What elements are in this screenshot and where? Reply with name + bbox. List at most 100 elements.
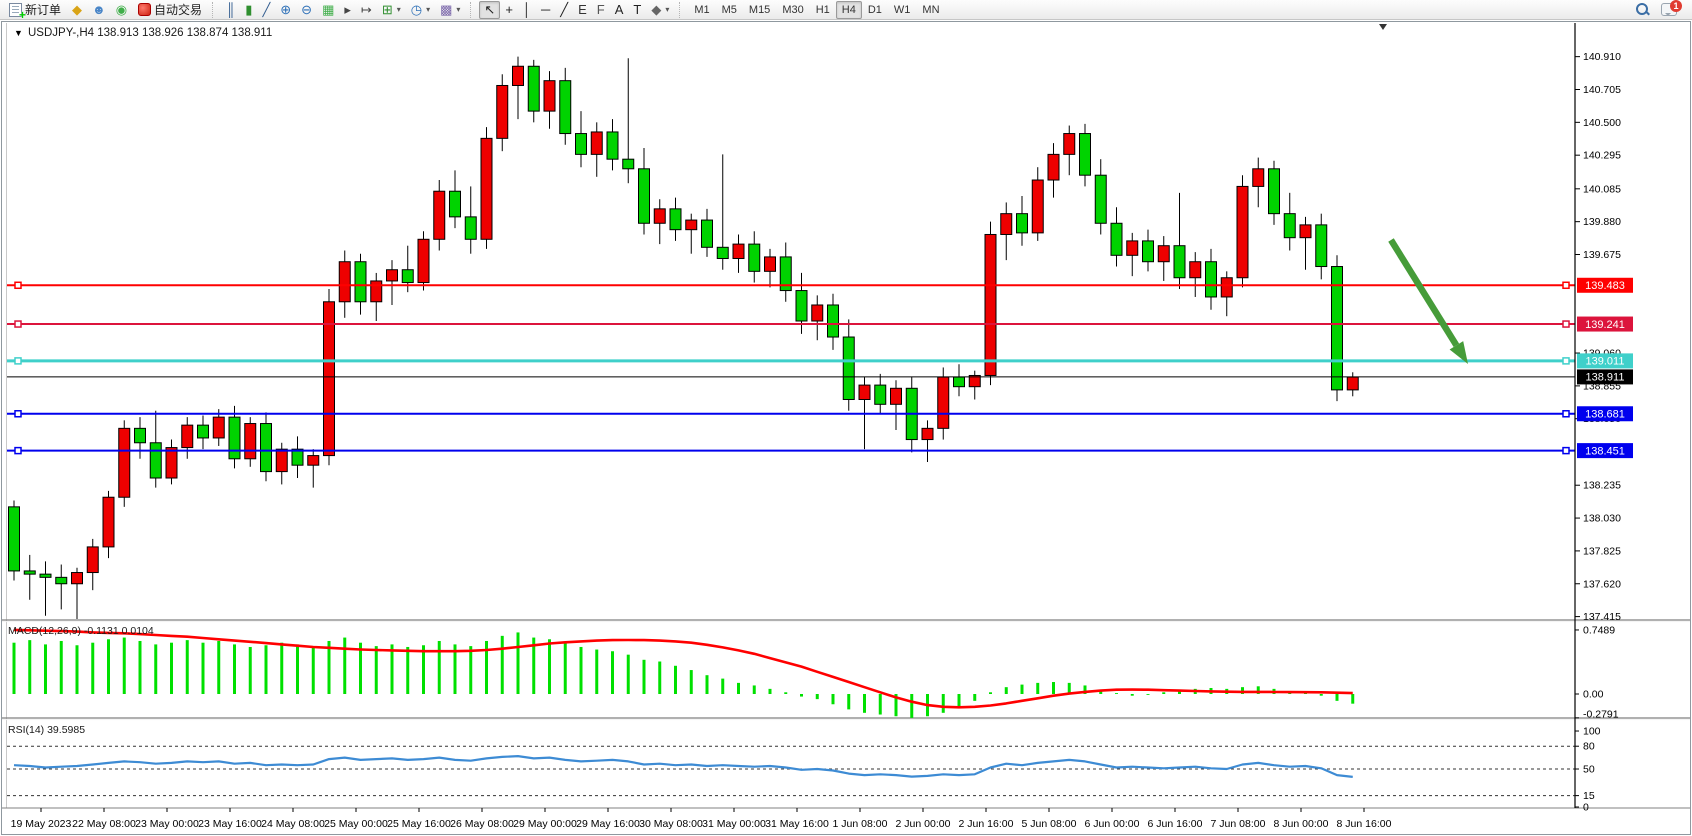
bull-candle bbox=[308, 456, 319, 466]
line-anchor-handle[interactable] bbox=[1563, 448, 1569, 454]
templates-button[interactable]: ▩▾ bbox=[435, 1, 465, 19]
time-tick-label: 2 Jun 00:00 bbox=[896, 818, 951, 830]
time-tick-label: 29 May 00:00 bbox=[513, 818, 577, 830]
bear-candle bbox=[402, 270, 413, 283]
text-button[interactable]: A bbox=[610, 1, 629, 19]
cursor-button[interactable]: ↖ bbox=[479, 1, 500, 19]
candlestick-button[interactable]: ▮ bbox=[240, 1, 257, 19]
line-anchor-handle[interactable] bbox=[15, 411, 21, 417]
new-order-button[interactable]: 新订单 bbox=[4, 1, 66, 19]
bull-candle bbox=[1001, 214, 1012, 235]
time-tick-label: 24 May 08:00 bbox=[261, 818, 325, 830]
time-tick-label: 26 May 08:00 bbox=[450, 818, 514, 830]
profile-button[interactable]: ☻ bbox=[87, 1, 111, 19]
new-order-label: 新订单 bbox=[25, 1, 61, 18]
bull-candle bbox=[765, 257, 776, 271]
rsi-tick-label: 50 bbox=[1583, 764, 1595, 776]
timeframe-h1-button[interactable]: H1 bbox=[810, 1, 836, 19]
price-badge-label: 138.911 bbox=[1586, 372, 1625, 384]
bear-candle bbox=[954, 377, 965, 387]
trendline-button[interactable]: ╱ bbox=[555, 1, 573, 19]
line-anchor-handle[interactable] bbox=[15, 321, 21, 327]
crosshair-button[interactable]: + bbox=[500, 1, 518, 19]
label-button[interactable]: T bbox=[628, 1, 646, 19]
timeframe-m30-button[interactable]: M30 bbox=[776, 1, 809, 19]
auto-scroll-button[interactable]: ▸ bbox=[339, 1, 356, 19]
signals-button[interactable]: ◉ bbox=[111, 1, 132, 19]
timeframe-m1-button[interactable]: M1 bbox=[688, 1, 715, 19]
bear-candle bbox=[1206, 262, 1217, 297]
chart-shift-icon: ↦ bbox=[361, 2, 372, 18]
bull-candle bbox=[686, 220, 697, 230]
timeframe-w1-button[interactable]: W1 bbox=[888, 1, 917, 19]
equidistant-channel-button[interactable]: E bbox=[573, 1, 592, 19]
bear-candle bbox=[1095, 175, 1106, 223]
search-button[interactable] bbox=[1630, 1, 1655, 19]
symbol-collapse-icon[interactable]: ▼ bbox=[14, 28, 23, 38]
equidistant-channel-icon: E bbox=[578, 2, 587, 18]
line-anchor-handle[interactable] bbox=[1563, 411, 1569, 417]
bear-candle bbox=[875, 385, 886, 404]
bull-candle bbox=[418, 239, 429, 282]
fibonacci-button[interactable]: F bbox=[592, 1, 610, 19]
auto-scroll-icon: ▸ bbox=[344, 2, 351, 18]
rsi-indicator-label: RSI(14) 39.5985 bbox=[8, 724, 85, 736]
toolbar-drawing-icons: ↖ + │ ─ ╱ EFAT◆▾ bbox=[479, 1, 674, 19]
chat-icon: 1 bbox=[1661, 3, 1677, 16]
macd-tick-label: 0.7489 bbox=[1583, 624, 1615, 636]
bear-candle bbox=[198, 425, 209, 438]
timeframe-m15-button[interactable]: M15 bbox=[743, 1, 776, 19]
time-tick-label: 31 May 00:00 bbox=[702, 818, 766, 830]
line-anchor-handle[interactable] bbox=[1563, 321, 1569, 327]
timeframe-switcher: M1M5M15M30H1H4D1W1MN bbox=[688, 1, 945, 19]
zoom-in-button[interactable]: ⊕ bbox=[275, 1, 296, 19]
cursor-icon: ↖ bbox=[484, 2, 495, 18]
macd-tick-label: -0.2791 bbox=[1583, 709, 1619, 721]
chart-window[interactable]: 140.910140.705140.500140.295140.085139.8… bbox=[0, 0, 1692, 836]
templates-icon: ▩ bbox=[440, 2, 452, 18]
line-price-badge: 138.681 bbox=[1577, 406, 1633, 421]
time-tick-label: 6 Jun 16:00 bbox=[1148, 818, 1203, 830]
price-badge-label: 139.241 bbox=[1585, 319, 1625, 331]
auto-trading-button[interactable]: 自动交易 bbox=[133, 1, 207, 19]
indicators-button[interactable]: ⊞▾ bbox=[377, 1, 406, 19]
bear-candle bbox=[9, 507, 20, 571]
timeframe-mn-button[interactable]: MN bbox=[916, 1, 945, 19]
timeframe-d1-button[interactable]: D1 bbox=[862, 1, 888, 19]
bear-candle bbox=[623, 159, 634, 169]
bull-candle bbox=[654, 209, 665, 223]
time-tick-label: 25 May 16:00 bbox=[387, 818, 451, 830]
periodicity-button[interactable]: ◷▾ bbox=[406, 1, 435, 19]
vertical-line-button[interactable]: │ bbox=[518, 1, 536, 19]
line-anchor-handle[interactable] bbox=[15, 358, 21, 364]
line-anchor-handle[interactable] bbox=[15, 282, 21, 288]
yellow-wedge-button[interactable]: ◆ bbox=[67, 1, 87, 19]
bull-candle bbox=[1221, 278, 1232, 297]
bull-candle bbox=[938, 377, 949, 428]
tile-windows-button[interactable]: ▦ bbox=[317, 1, 339, 19]
timeframe-m5-button[interactable]: M5 bbox=[716, 1, 743, 19]
line-anchor-handle[interactable] bbox=[15, 448, 21, 454]
zoom-out-button[interactable]: ⊖ bbox=[296, 1, 317, 19]
trendline-icon: ╱ bbox=[560, 2, 568, 18]
line-anchor-handle[interactable] bbox=[1563, 358, 1569, 364]
line-chart-button[interactable]: ╱ bbox=[257, 1, 275, 19]
text-icon: A bbox=[615, 2, 624, 18]
bull-candle bbox=[166, 448, 177, 478]
bull-candle bbox=[1064, 134, 1075, 155]
bar-chart-button[interactable]: ║ bbox=[221, 1, 240, 19]
notifications-button[interactable]: 1 bbox=[1656, 1, 1682, 19]
timeframe-h4-button[interactable]: H4 bbox=[836, 1, 862, 19]
line-anchor-handle[interactable] bbox=[1563, 282, 1569, 288]
indicators-icon: ⊞ bbox=[382, 2, 393, 18]
bear-candle bbox=[717, 247, 728, 258]
time-tick-label: 6 Jun 00:00 bbox=[1085, 818, 1140, 830]
horizontal-line-button[interactable]: ─ bbox=[536, 1, 555, 19]
shapes-button[interactable]: ◆▾ bbox=[646, 1, 674, 19]
chart-shift-button[interactable]: ↦ bbox=[356, 1, 377, 19]
bear-candle bbox=[670, 209, 681, 230]
vertical-line-icon: │ bbox=[523, 2, 531, 18]
bear-candle bbox=[1111, 223, 1122, 255]
bear-candle bbox=[560, 81, 571, 134]
bear-candle bbox=[261, 424, 272, 472]
